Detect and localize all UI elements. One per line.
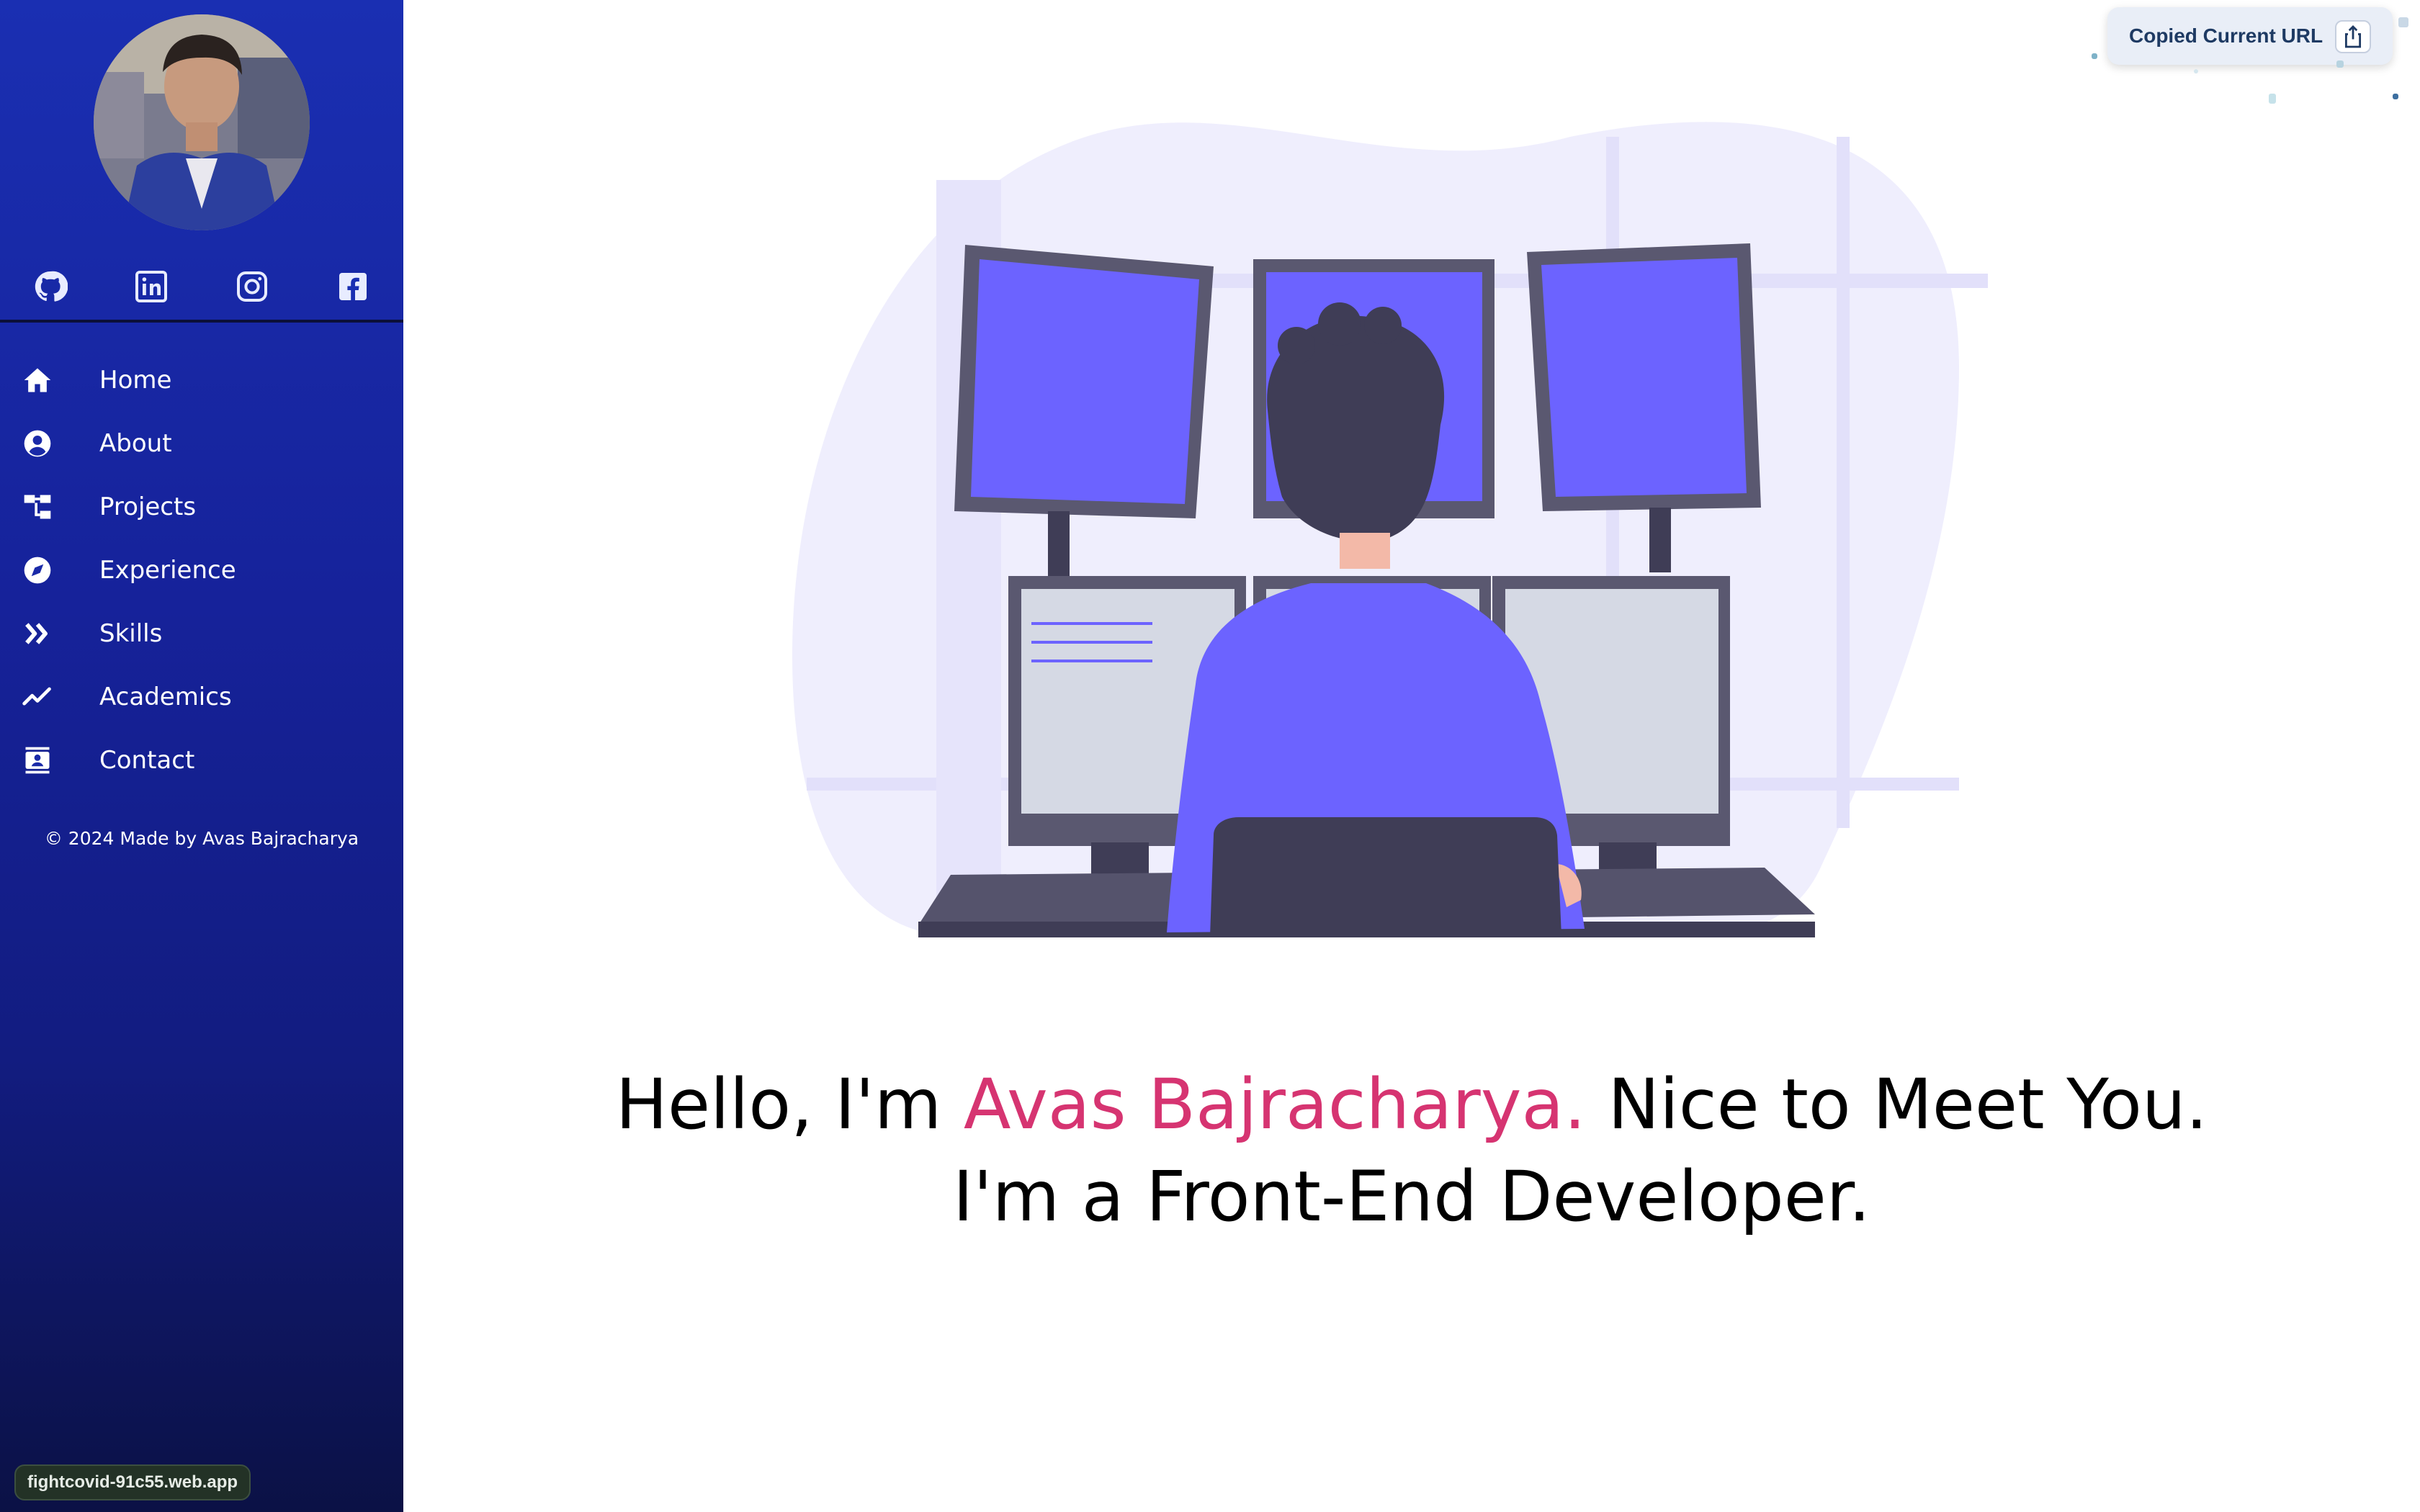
nav-label-skills: Skills — [99, 619, 163, 648]
social-links — [0, 259, 403, 311]
sidebar: Home About Projects Experience Skills Ac… — [0, 0, 403, 1512]
hero-headline: Hello, I'm Avas Bajracharya. Nice to Mee… — [403, 1058, 2420, 1243]
nav-label-projects: Projects — [99, 492, 197, 521]
headline-greeting: Hello, I'm — [615, 1064, 964, 1145]
nav-item-home[interactable]: Home — [0, 351, 403, 409]
copyright-text: © 2024 Made by Avas Bajracharya — [44, 828, 359, 849]
github-icon[interactable] — [33, 269, 68, 304]
nav-label-contact: Contact — [99, 746, 195, 775]
confetti-speck — [2194, 69, 2198, 73]
headline-line-2: I'm a Front-End Developer. — [953, 1156, 1870, 1237]
hero-illustration — [792, 108, 2031, 958]
confetti-speck — [2393, 94, 2398, 99]
headline-name: Avas Bajracharya. — [963, 1064, 1586, 1145]
toast-message: Copied Current URL — [2129, 24, 2323, 47]
nav-item-contact[interactable]: Contact — [0, 732, 403, 789]
instagram-icon[interactable] — [235, 269, 269, 304]
compass-icon — [22, 554, 53, 586]
nav-item-about[interactable]: About — [0, 415, 403, 472]
share-icon — [2344, 25, 2362, 48]
status-bar-url: fightcovid-91c55.web.app — [14, 1464, 251, 1500]
sidebar-divider — [0, 320, 403, 323]
sitemap-icon — [22, 491, 53, 523]
avatar — [94, 14, 310, 230]
double-chevron-right-icon — [22, 618, 53, 649]
copied-url-toast: Copied Current URL — [2107, 7, 2393, 65]
linkedin-icon[interactable] — [134, 269, 169, 304]
nav-item-experience[interactable]: Experience — [0, 541, 403, 599]
nav-label-academics: Academics — [99, 683, 232, 711]
profile-photo — [94, 14, 310, 230]
contact-book-icon — [22, 744, 53, 776]
trend-line-icon — [22, 681, 53, 713]
nav-label-experience: Experience — [99, 556, 236, 585]
nav-item-academics[interactable]: Academics — [0, 668, 403, 726]
confetti-speck — [2336, 60, 2344, 68]
confetti-speck — [2398, 17, 2408, 27]
nav-item-projects[interactable]: Projects — [0, 478, 403, 536]
nav-label-about: About — [99, 429, 172, 458]
nav-label-home: Home — [99, 366, 172, 395]
facebook-icon[interactable] — [336, 269, 370, 304]
share-button[interactable] — [2335, 20, 2371, 53]
user-circle-icon — [22, 428, 53, 459]
confetti-speck — [2092, 53, 2097, 59]
home-icon — [22, 364, 53, 396]
nav-item-skills[interactable]: Skills — [0, 605, 403, 662]
headline-greeting-suffix: Nice to Meet You. — [1585, 1064, 2208, 1145]
confetti-speck — [2269, 94, 2276, 104]
headline-line-1: Hello, I'm Avas Bajracharya. Nice to Mee… — [403, 1058, 2420, 1151]
